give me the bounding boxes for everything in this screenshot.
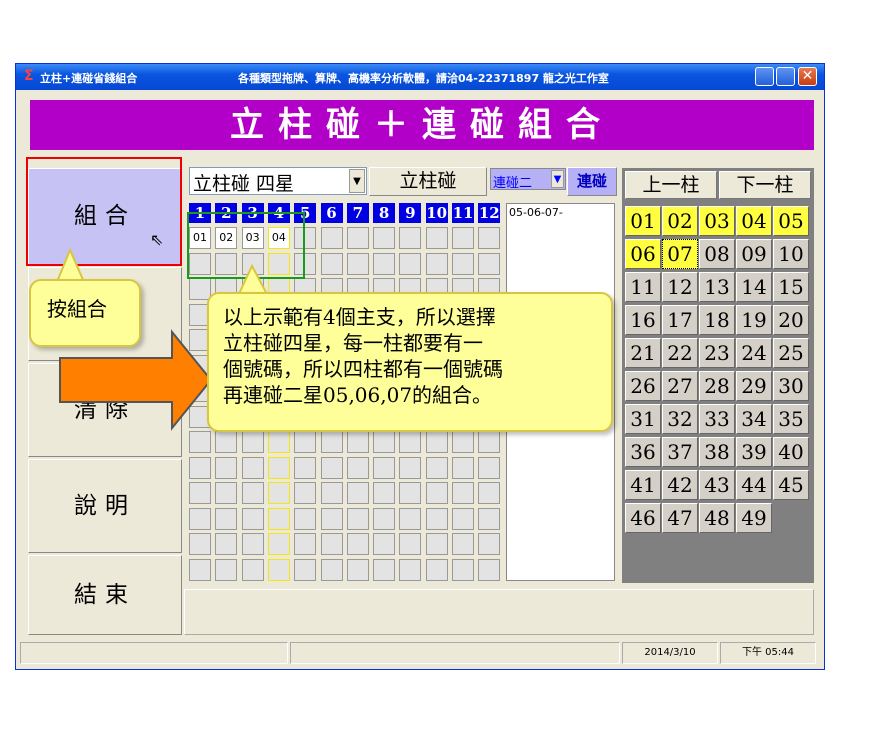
callout-line-3: 個號碼，所以四柱都有一個號碼	[223, 357, 503, 381]
callout-line-1: 以上示範有4個主支，所以選擇	[223, 305, 496, 329]
callout-combine-text: 按組合	[47, 297, 107, 321]
callout-line-4: 再連碰二星05,06,07的組合。	[223, 383, 493, 407]
callout-line-2: 立柱碰四星，每一柱都要有一	[223, 331, 483, 355]
callout-combine: 按組合	[29, 279, 141, 347]
callout-explanation: 以上示範有4個主支，所以選擇 立柱碰四星，每一柱都要有一 個號碼，所以四柱都有一…	[207, 292, 613, 432]
